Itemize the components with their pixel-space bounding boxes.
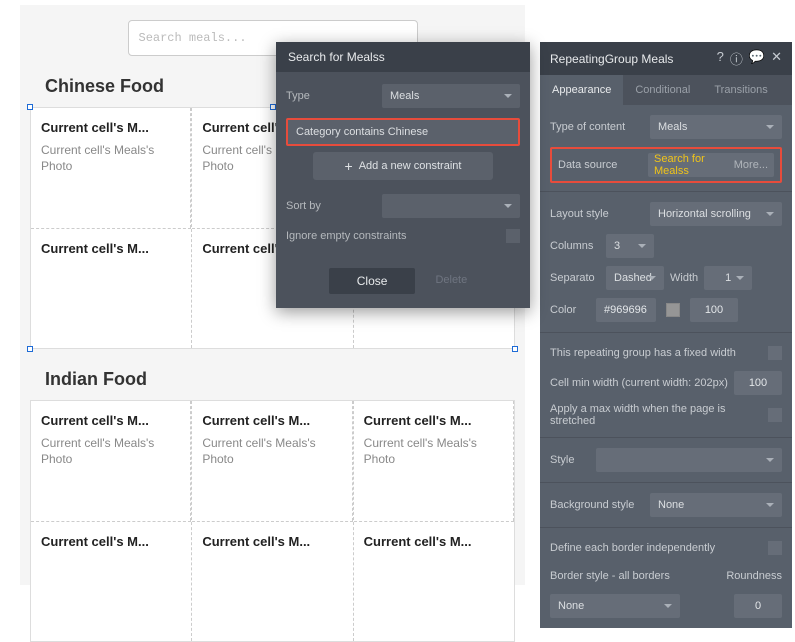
roundness-input[interactable]: 0 — [734, 594, 782, 618]
cell-photo: Current cell's Meals's Photo — [202, 436, 341, 467]
cell-title: Current cell's M... — [364, 534, 504, 549]
data-source-input[interactable]: Search for Mealss More... — [648, 153, 774, 177]
plus-icon: + — [345, 158, 353, 174]
cell-title: Current cell's M... — [202, 534, 342, 549]
border-style-dropdown[interactable]: None — [550, 594, 680, 618]
sort-dropdown[interactable] — [382, 194, 520, 218]
color-hex-input[interactable]: #969696 — [596, 298, 656, 322]
color-alpha-input[interactable]: 100 — [690, 298, 738, 322]
layout-style-label: Layout style — [550, 208, 644, 220]
style-label: Style — [550, 454, 590, 466]
roundness-label: Roundness — [726, 570, 782, 582]
tab-transitions[interactable]: Transitions — [702, 75, 779, 105]
data-source-row: Data source Search for Mealss More... — [550, 147, 782, 183]
property-panel: RepeatingGroup Meals ? ⓘ 💬 ✕ Appearance … — [540, 42, 792, 628]
border-indep-checkbox[interactable] — [768, 541, 782, 555]
ignore-empty-checkbox[interactable] — [506, 229, 520, 243]
width-input[interactable]: 1 — [704, 266, 752, 290]
grid-cell: Current cell's M... — [192, 521, 352, 641]
grid-cell: Current cell's M... Current cell's Meals… — [31, 401, 191, 521]
separator-dropdown[interactable]: Dashed — [606, 266, 664, 290]
comment-icon[interactable]: 💬 — [749, 49, 765, 68]
columns-input[interactable]: 3 — [606, 234, 654, 258]
type-label: Type — [286, 90, 374, 102]
background-style-dropdown[interactable]: None — [650, 493, 782, 517]
cell-photo: Current cell's Meals's Photo — [364, 436, 503, 467]
close-button[interactable]: Close — [329, 268, 416, 294]
help-icon[interactable]: ? — [717, 49, 724, 68]
border-style-label: Border style - all borders — [550, 570, 720, 582]
separator-label: Separato — [550, 272, 600, 284]
style-dropdown[interactable] — [596, 448, 782, 472]
add-constraint-button[interactable]: + Add a new constraint — [313, 152, 493, 180]
section-title-indian: Indian Food — [45, 369, 510, 390]
close-icon[interactable]: ✕ — [771, 49, 782, 68]
type-of-content-label: Type of content — [550, 121, 644, 133]
ignore-empty-label: Ignore empty constraints — [286, 230, 406, 242]
apply-max-width-label: Apply a max width when the page is stret… — [550, 403, 756, 427]
type-of-content-dropdown[interactable]: Meals — [650, 115, 782, 139]
columns-label: Columns — [550, 240, 600, 252]
constraint-row[interactable]: Category contains Chinese — [286, 118, 520, 146]
data-source-label: Data source — [558, 159, 648, 171]
layout-style-dropdown[interactable]: Horizontal scrolling — [650, 202, 782, 226]
resize-handle[interactable] — [27, 346, 33, 352]
grid-cell: Current cell's M... Current cell's Meals… — [31, 108, 191, 228]
panel-header[interactable]: RepeatingGroup Meals ? ⓘ 💬 ✕ — [540, 42, 792, 75]
constraint-text: Category contains Chinese — [296, 126, 428, 138]
type-dropdown[interactable]: Meals — [382, 84, 520, 108]
cell-photo: Current cell's Meals's Photo — [41, 143, 180, 174]
border-indep-label: Define each border independently — [550, 542, 756, 554]
resize-handle[interactable] — [270, 104, 276, 110]
color-swatch[interactable] — [666, 303, 680, 317]
cell-title: Current cell's M... — [41, 120, 180, 135]
dialog-title: Search for Mealss — [276, 42, 530, 72]
color-label: Color — [550, 304, 590, 316]
delete-button[interactable]: Delete — [425, 268, 477, 294]
repeating-group-indian[interactable]: Current cell's M... Current cell's Meals… — [30, 400, 515, 642]
apply-max-checkbox[interactable] — [768, 408, 782, 422]
search-dialog: Search for Mealss Type Meals Category co… — [276, 42, 530, 308]
cell-title: Current cell's M... — [364, 413, 503, 428]
grid-cell: Current cell's M... — [31, 228, 191, 348]
resize-handle[interactable] — [27, 104, 33, 110]
width-label: Width — [670, 272, 698, 284]
cell-title: Current cell's M... — [41, 534, 181, 549]
grid-cell: Current cell's M... Current cell's Meals… — [192, 401, 352, 521]
search-placeholder: Search meals... — [139, 31, 247, 45]
fixed-width-label: This repeating group has a fixed width — [550, 347, 756, 359]
grid-cell: Current cell's M... Current cell's Meals… — [354, 401, 514, 521]
grid-cell: Current cell's M... — [354, 521, 514, 641]
background-style-label: Background style — [550, 499, 644, 511]
cell-photo: Current cell's Meals's Photo — [41, 436, 180, 467]
info-icon[interactable]: ⓘ — [730, 49, 743, 68]
fixed-width-checkbox[interactable] — [768, 346, 782, 360]
panel-tabs: Appearance Conditional Transitions — [540, 75, 792, 105]
cell-title: Current cell's M... — [41, 413, 180, 428]
grid-cell: Current cell's M... — [31, 521, 191, 641]
sort-label: Sort by — [286, 200, 374, 212]
cell-min-width-input[interactable]: 100 — [734, 371, 782, 395]
cell-title: Current cell's M... — [202, 413, 341, 428]
tab-appearance[interactable]: Appearance — [540, 75, 623, 105]
resize-handle[interactable] — [512, 346, 518, 352]
tab-conditional[interactable]: Conditional — [623, 75, 702, 105]
panel-title: RepeatingGroup Meals — [550, 52, 673, 66]
cell-min-width-label: Cell min width (current width: 202px) — [550, 377, 728, 389]
cell-title: Current cell's M... — [41, 241, 181, 256]
